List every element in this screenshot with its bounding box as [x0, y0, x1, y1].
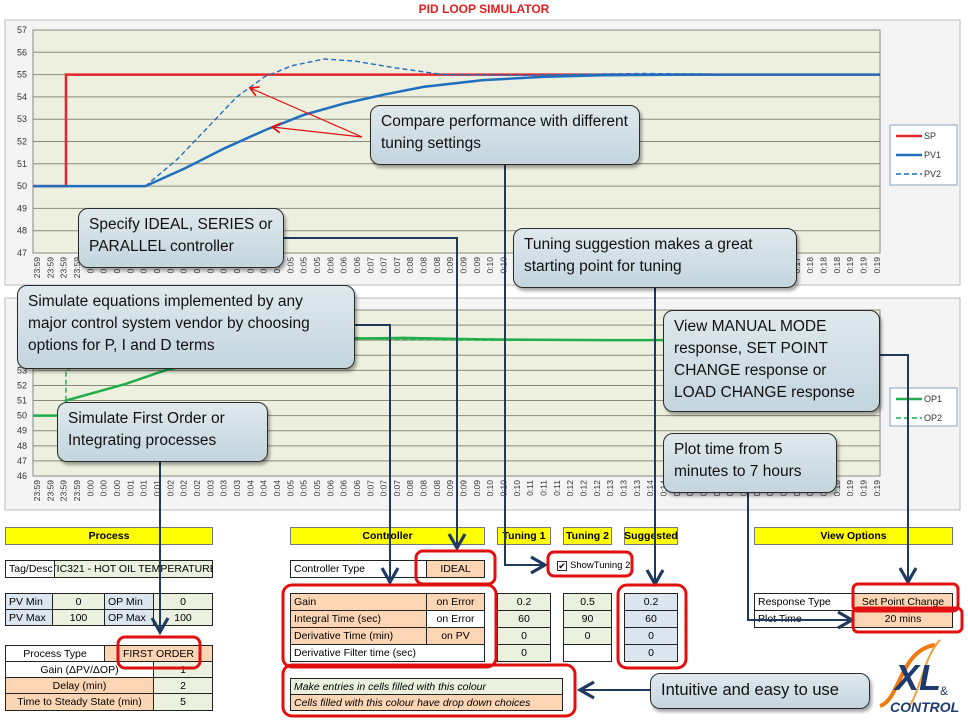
callout-plottime: Plot time from 5 minutes to 7 hours — [663, 433, 837, 493]
connector-equations — [355, 324, 400, 586]
connector-view — [880, 354, 918, 586]
red-arrows — [248, 86, 363, 138]
arrow-to-pv1 — [270, 122, 363, 138]
arrow-to-pv2 — [248, 86, 363, 138]
callout-specify: Specify IDEAL, SERIES or PARALLEL contro… — [78, 208, 284, 268]
callout-equations: Simulate equations implemented by any ma… — [17, 285, 355, 369]
company-logo: XL & CONTROL — [879, 639, 959, 715]
callout-intuitive: Intuitive and easy to use — [650, 673, 870, 709]
svg-text:CONTROL: CONTROL — [890, 699, 959, 715]
connector-compare — [504, 165, 549, 575]
callout-suggestion: Tuning suggestion makes a great starting… — [513, 228, 797, 288]
svg-text:&: & — [940, 684, 948, 698]
callout-compare: Compare performance with different tunin… — [370, 105, 640, 165]
callout-process: Simulate First Order or Integrating proc… — [57, 402, 268, 462]
callout-view: View MANUAL MODE response, SET POINT CHA… — [663, 310, 880, 412]
svg-text:XL: XL — [893, 657, 941, 698]
